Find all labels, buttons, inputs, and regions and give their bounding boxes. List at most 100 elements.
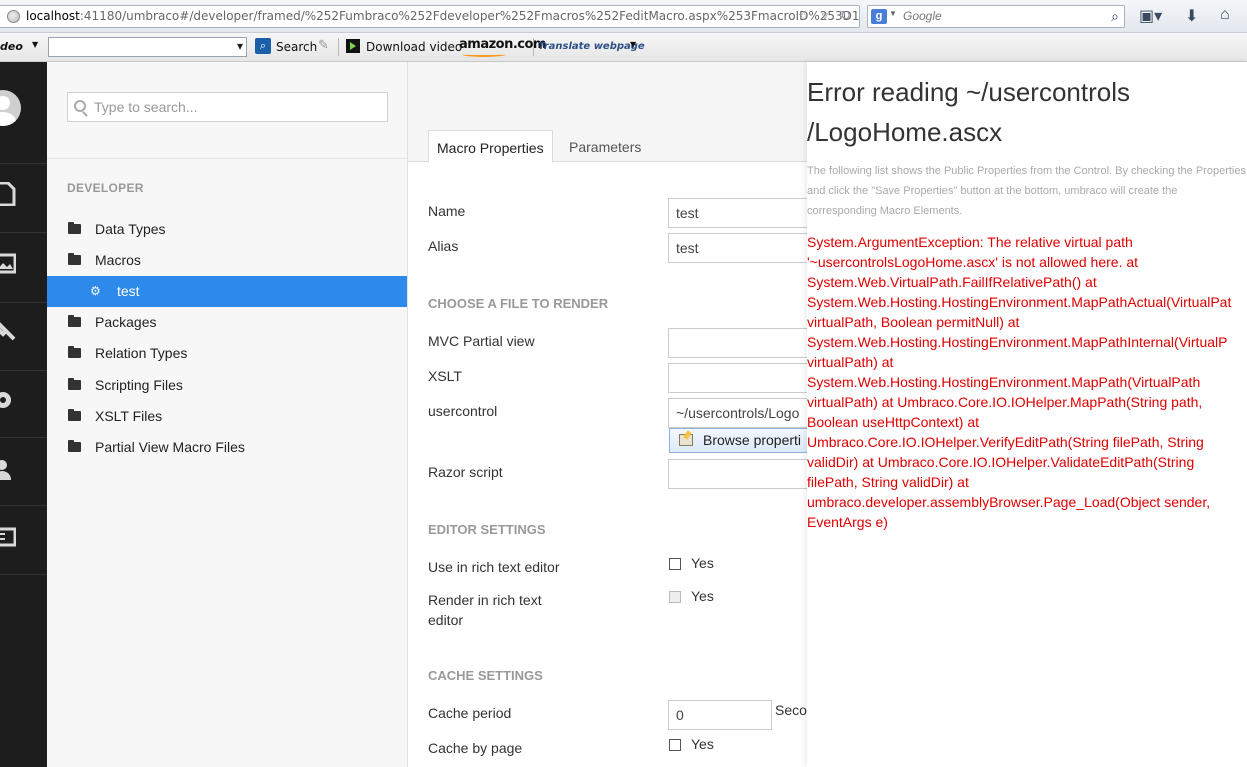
url-path: :41180/umbraco#/developer/framed/%252Fum… [79, 9, 860, 23]
home-icon[interactable]: ⌂ [1220, 6, 1230, 24]
render-in-rte-option: Yes [691, 588, 714, 604]
url-host: localhost [26, 9, 80, 23]
folder-icon [68, 409, 81, 421]
content-icon[interactable] [0, 181, 16, 207]
section-tree: DEVELOPER Data Types Macros ⚙ test Packa… [47, 62, 407, 767]
error-description: The following list shows the Public Prop… [807, 165, 1246, 217]
browse-properties-label: Browse properti [703, 432, 802, 448]
tree-item-label: test [117, 283, 140, 299]
divider [0, 232, 47, 233]
tree-section-header: DEVELOPER [67, 181, 144, 195]
folder-icon [68, 222, 81, 234]
name-label: Name [428, 203, 466, 219]
divider [0, 574, 47, 575]
tree-item-test-macro[interactable]: ⚙ test [47, 276, 407, 307]
render-in-rte-label: Render in rich text editor [428, 592, 542, 628]
folder-icon [68, 440, 81, 452]
globe-icon [7, 10, 20, 23]
media-icon[interactable] [0, 252, 17, 276]
tree-search[interactable] [67, 92, 388, 122]
tree-item-macros[interactable]: Macros [47, 245, 407, 276]
search-icon [74, 100, 86, 112]
toolbar-select[interactable] [48, 37, 247, 57]
bookmark-star-icon[interactable]: ☆ ▿ ↻ [798, 6, 855, 27]
tree-item-packages[interactable]: Packages [47, 307, 407, 338]
tree-item-data-types[interactable]: Data Types [47, 214, 407, 245]
address-bar[interactable]: localhost:41180/umbraco#/developer/frame… [0, 5, 860, 28]
search-icon[interactable]: ⌕ [255, 38, 271, 54]
divider [47, 158, 407, 159]
highlighter-icon[interactable]: ✎ [318, 38, 329, 53]
tree-item-partial-view-macro-files[interactable]: Partial View Macro Files [47, 432, 407, 463]
chevron-down-icon[interactable]: ▼ [630, 40, 636, 49]
render-in-rte-checkbox[interactable] [669, 591, 681, 603]
tree-item-label: XSLT Files [95, 408, 163, 424]
developer-icon[interactable] [0, 319, 16, 343]
search-placeholder: Google [903, 9, 942, 23]
tree-item-relation-types[interactable]: Relation Types [47, 338, 407, 369]
browser-search-box[interactable]: g ▼ Google ⌕ [867, 5, 1125, 28]
engine-dropdown-icon[interactable]: ▼ [889, 9, 897, 18]
browse-properties-button[interactable]: Browse properti [669, 428, 814, 453]
properties-icon [679, 434, 693, 446]
name-field[interactable]: test [668, 198, 813, 228]
xslt-label: XSLT [428, 368, 462, 384]
divider [0, 370, 47, 371]
bookmarks-menu-icon[interactable]: ▣▾ [1139, 6, 1162, 26]
xslt-field[interactable] [668, 363, 813, 393]
tree-item-label: Partial View Macro Files [95, 439, 245, 455]
toolbar-search-button[interactable]: Search [276, 40, 317, 54]
use-in-rte-checkbox[interactable] [669, 558, 681, 570]
tree-item-label: Packages [95, 314, 157, 330]
search-icon[interactable]: ⌕ [1111, 8, 1119, 25]
google-icon[interactable]: g [871, 9, 887, 24]
divider [0, 163, 47, 164]
mvc-partial-label: MVC Partial view [428, 333, 535, 349]
tree-item-label: Scripting Files [95, 377, 183, 393]
macro-editor: Macro Properties Parameters Name test Al… [407, 62, 814, 767]
tab-bar: Macro Properties Parameters [408, 62, 808, 163]
render-section-header: CHOOSE A FILE TO RENDER [428, 296, 609, 311]
video-download-icon[interactable] [346, 39, 360, 53]
usercontrol-label: usercontrol [428, 403, 498, 419]
usercontrol-field[interactable]: ~/usercontrols/Logo [668, 398, 813, 428]
use-in-rte-label: Use in rich text editor [428, 559, 560, 575]
browser-nav-bar: localhost:41180/umbraco#/developer/frame… [0, 0, 1247, 33]
download-video-button[interactable]: Download video [366, 40, 462, 54]
mvc-partial-field[interactable] [668, 328, 813, 358]
tree-item-label: Data Types [95, 221, 166, 237]
amazon-logo-icon [462, 52, 506, 57]
alias-field[interactable]: test [668, 233, 813, 263]
chevron-down-icon[interactable]: ▼ [32, 40, 38, 49]
tab-macro-properties[interactable]: Macro Properties [428, 130, 553, 163]
divider [533, 38, 534, 56]
cache-settings-header: CACHE SETTINGS [428, 668, 543, 683]
tree-item-xslt-files[interactable]: XSLT Files [47, 401, 407, 432]
cache-by-page-checkbox[interactable] [669, 739, 681, 751]
tab-parameters[interactable]: Parameters [561, 130, 649, 163]
divider [338, 38, 339, 56]
razor-script-label: Razor script [428, 464, 503, 480]
cache-by-page-label: Cache by page [428, 740, 523, 756]
tree-item-scripting-files[interactable]: Scripting Files [47, 370, 407, 401]
cache-by-page-option: Yes [691, 736, 714, 752]
video-label[interactable]: deo [0, 40, 23, 53]
error-title: Error reading ~/usercontrols /LogoHome.a… [807, 77, 1130, 147]
folder-icon [68, 253, 81, 265]
razor-script-field[interactable] [668, 459, 813, 489]
settings-icon[interactable] [0, 388, 16, 412]
members-icon[interactable] [0, 525, 17, 549]
tree-search-input[interactable] [94, 98, 379, 116]
translate-webpage-button[interactable]: Translate webpage [538, 41, 645, 52]
error-dialog: Error reading ~/usercontrols /LogoHome.a… [807, 62, 1247, 767]
users-icon[interactable] [0, 458, 16, 482]
app-sidebar [0, 62, 47, 767]
error-message: System.ArgumentException: The relative v… [807, 234, 1232, 530]
folder-icon [68, 378, 81, 390]
download-icon[interactable]: ⬇ [1185, 6, 1198, 26]
macro-cogs-icon: ⚙ [90, 284, 101, 298]
avatar[interactable] [0, 90, 21, 126]
addon-toolbar: deo ▼ ⌕ Search ✎ Download video amazon.c… [0, 33, 1247, 62]
tree-item-label: Relation Types [95, 345, 188, 361]
cache-period-field[interactable]: 0 [668, 700, 772, 730]
